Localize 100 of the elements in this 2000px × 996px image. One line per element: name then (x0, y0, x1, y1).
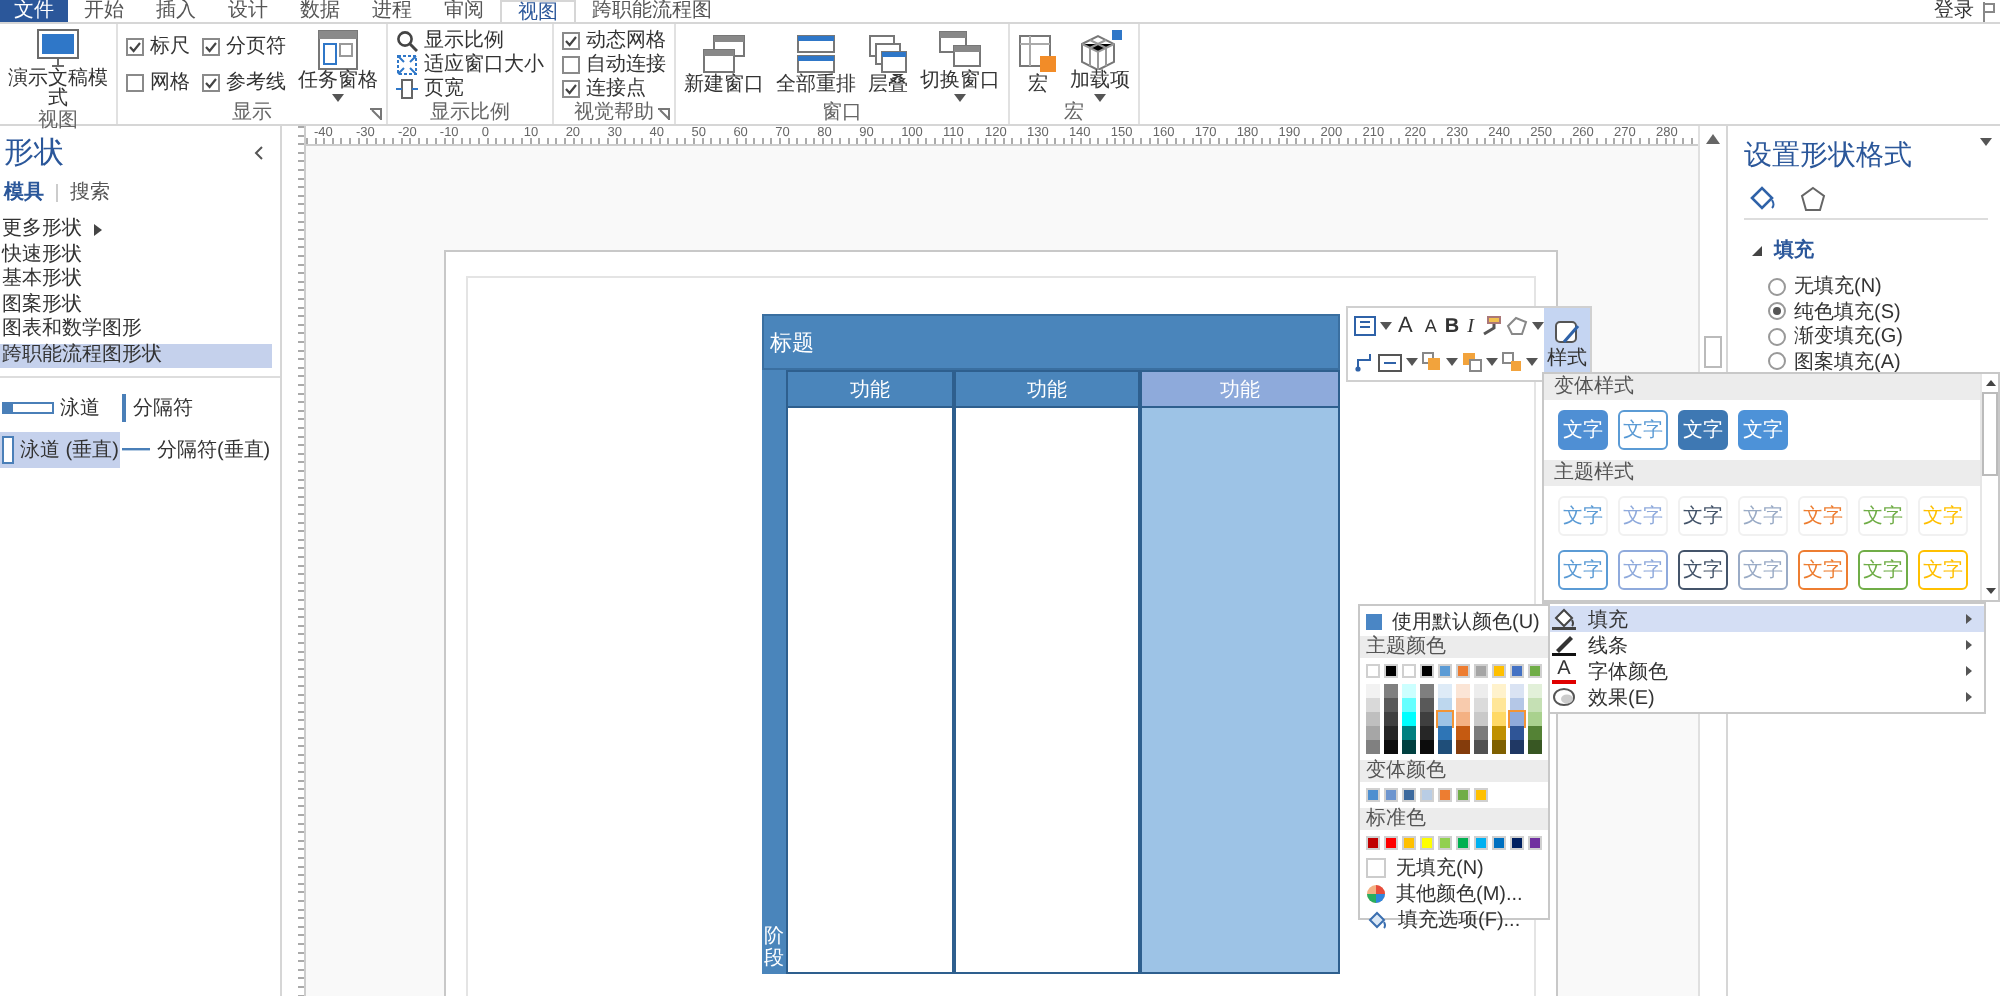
color-swatch[interactable] (1510, 712, 1524, 726)
color-swatch[interactable] (1438, 664, 1452, 678)
stencil-item[interactable]: 跨职能流程图形状 (0, 343, 272, 368)
color-swatch[interactable] (1492, 664, 1506, 678)
color-swatch[interactable] (1366, 726, 1380, 740)
color-swatch[interactable] (1420, 740, 1434, 754)
ribbon-tab[interactable]: 设计 (212, 0, 284, 22)
color-swatch[interactable] (1456, 726, 1470, 740)
color-swatch[interactable] (1528, 726, 1542, 740)
ribbon-tab[interactable]: 数据 (284, 0, 356, 22)
menu-item[interactable]: 填充选项(F)... (1360, 906, 1548, 932)
color-swatch[interactable] (1384, 664, 1398, 678)
italic-button[interactable]: I (1465, 315, 1476, 338)
ribbon-button[interactable]: 任务窗格 (298, 29, 378, 101)
ribbon-tab[interactable]: 插入 (140, 0, 212, 22)
color-swatch[interactable] (1528, 684, 1542, 698)
swimlane[interactable] (1140, 408, 1340, 974)
color-swatch[interactable] (1420, 836, 1434, 850)
dialog-launcher-icon[interactable] (658, 108, 670, 120)
color-swatch[interactable] (1384, 712, 1398, 726)
color-swatch[interactable] (1438, 726, 1452, 740)
align-icon[interactable] (1378, 353, 1402, 372)
color-swatch[interactable] (1492, 726, 1506, 740)
color-swatch[interactable] (1492, 698, 1506, 712)
color-swatch[interactable] (1510, 664, 1524, 678)
checkbox[interactable] (562, 31, 580, 50)
radio-button[interactable] (1768, 277, 1786, 296)
panel-tab[interactable]: 模具 (4, 178, 44, 206)
color-swatch[interactable] (1402, 684, 1416, 698)
color-swatch[interactable] (1402, 836, 1416, 850)
scroll-up-icon[interactable] (1985, 380, 1995, 386)
color-swatch[interactable] (1366, 698, 1380, 712)
scroll-thumb[interactable] (1982, 392, 1998, 476)
master-shape[interactable]: 泳道 (垂直) (0, 432, 121, 468)
color-swatch[interactable] (1420, 712, 1434, 726)
swimlane[interactable] (954, 408, 1140, 974)
color-swatch[interactable] (1474, 698, 1488, 712)
color-swatch[interactable] (1456, 698, 1470, 712)
ribbon-button[interactable]: 宏 (1018, 34, 1058, 96)
color-swatch[interactable] (1402, 664, 1416, 678)
ribbon-button[interactable]: 演示文稿模式 (8, 28, 108, 110)
fill-line-icon[interactable] (1748, 186, 1776, 212)
stencil-item[interactable]: 更多形状 (0, 218, 272, 243)
color-swatch[interactable] (1438, 712, 1452, 726)
ribbon-button[interactable]: 显示比例 (396, 29, 544, 52)
scroll-up-icon[interactable] (1706, 134, 1720, 144)
color-swatch[interactable] (1438, 836, 1452, 850)
collapse-icon[interactable] (254, 146, 264, 160)
color-swatch[interactable] (1420, 726, 1434, 740)
menu-item[interactable]: 无填充(N) (1360, 854, 1548, 880)
ribbon-button[interactable]: 层叠 (868, 34, 908, 96)
color-swatch[interactable] (1474, 788, 1488, 802)
style-tile[interactable]: 文字 (1678, 550, 1728, 590)
dropdown-arrow-icon[interactable] (1980, 138, 1992, 146)
scroll-down-icon[interactable] (1985, 588, 1995, 594)
color-swatch[interactable] (1456, 712, 1470, 726)
swimlane[interactable] (786, 408, 954, 974)
color-swatch[interactable] (1456, 684, 1470, 698)
color-swatch[interactable] (1438, 788, 1452, 802)
color-swatch[interactable] (1366, 836, 1380, 850)
expand-triangle-icon[interactable] (1752, 245, 1762, 255)
checkbox[interactable] (126, 37, 144, 56)
color-swatch[interactable] (1474, 726, 1488, 740)
color-swatch[interactable] (1528, 836, 1542, 850)
color-swatch[interactable] (1420, 788, 1434, 802)
checkbox[interactable] (202, 37, 220, 56)
ribbon-button[interactable]: 全部重排 (776, 34, 856, 96)
color-swatch[interactable] (1492, 684, 1506, 698)
dialog-launcher-icon[interactable] (370, 108, 382, 120)
send-backward-icon[interactable] (1462, 352, 1482, 373)
color-swatch[interactable] (1474, 664, 1488, 678)
style-tile[interactable]: 文字 (1678, 496, 1728, 536)
menu-item[interactable]: 填充 (1544, 606, 1984, 632)
phase-strip[interactable]: 阶段 (762, 370, 786, 974)
color-swatch[interactable] (1510, 836, 1524, 850)
panel-tab[interactable]: 搜索 (70, 178, 110, 206)
sign-in-link[interactable]: 登录 (1934, 0, 1974, 22)
color-swatch[interactable] (1474, 740, 1488, 754)
account-icon[interactable] (1982, 1, 1996, 21)
color-swatch[interactable] (1510, 740, 1524, 754)
pentagon-icon[interactable] (1800, 186, 1826, 212)
color-swatch[interactable] (1438, 740, 1452, 754)
shape-icon[interactable] (1506, 316, 1528, 337)
color-swatch[interactable] (1528, 740, 1542, 754)
color-swatch[interactable] (1492, 836, 1506, 850)
checkbox[interactable] (126, 74, 144, 93)
checkbox[interactable] (562, 55, 580, 74)
color-swatch[interactable] (1366, 712, 1380, 726)
color-swatch[interactable] (1420, 684, 1434, 698)
color-swatch[interactable] (1366, 740, 1380, 754)
color-swatch[interactable] (1384, 740, 1398, 754)
connector-icon[interactable] (1354, 352, 1374, 373)
ribbon-button[interactable]: 新建窗口 (684, 34, 764, 96)
grow-font-button[interactable]: A (1396, 315, 1419, 338)
color-swatch[interactable] (1420, 664, 1434, 678)
shrink-font-button[interactable]: A (1422, 315, 1439, 338)
pool-title-bar[interactable]: 标题 (762, 314, 1340, 370)
color-swatch[interactable] (1456, 788, 1470, 802)
color-swatch[interactable] (1528, 712, 1542, 726)
stencil-item[interactable]: 快速形状 (0, 243, 272, 268)
